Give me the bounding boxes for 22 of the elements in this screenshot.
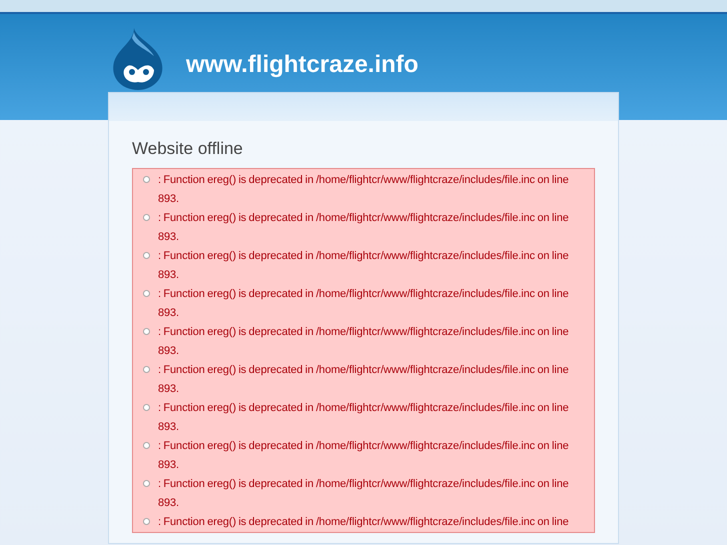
error-message: : Function ereg() is deprecated in /home/flightcr/www/flightcraze/includes/file.inc on line 893. <box>158 249 570 283</box>
error-message: : Function ereg() is deprecated in /home/flightcr/www/flightcraze/includes/file.inc on line 893. <box>158 363 570 397</box>
page-title: Website offline <box>132 139 244 159</box>
bullet-icon <box>143 404 150 411</box>
site-name[interactable]: www.flightcraze.info <box>186 51 418 79</box>
error-message: : Function ereg() is deprecated in /home/flightcr/www/flightcraze/includes/file.inc on line 893. <box>158 325 570 359</box>
bullet-icon <box>143 328 150 335</box>
error-message: : Function ereg() is deprecated in /home/flightcr/www/flightcraze/includes/file.inc on line 893. <box>158 439 570 473</box>
error-message: : Function ereg() is deprecated in /home/flightcr/www/flightcraze/includes/file.inc on line 893. <box>158 401 570 435</box>
bullet-icon <box>143 290 150 297</box>
bullet-icon <box>143 442 150 449</box>
bullet-icon <box>143 366 150 373</box>
error-message: : Function ereg() is deprecated in /home/flightcr/www/flightcraze/includes/file.inc on line 893. <box>158 211 570 245</box>
bullet-icon <box>143 518 150 525</box>
error-message: : Function ereg() is deprecated in /home/flightcr/www/flightcraze/includes/file.inc on line <box>158 515 569 530</box>
error-message: : Function ereg() is deprecated in /home/flightcr/www/flightcraze/includes/file.inc on line 893. <box>158 477 570 511</box>
error-message: : Function ereg() is deprecated in /home/flightcr/www/flightcraze/includes/file.inc on line 893. <box>158 287 570 321</box>
bullet-icon <box>143 176 150 183</box>
bullet-icon <box>143 214 150 221</box>
error-message: : Function ereg() is deprecated in /home/flightcr/www/flightcraze/includes/file.inc on line 893. <box>158 173 570 207</box>
bullet-icon <box>143 252 150 259</box>
bullet-icon <box>143 480 150 487</box>
